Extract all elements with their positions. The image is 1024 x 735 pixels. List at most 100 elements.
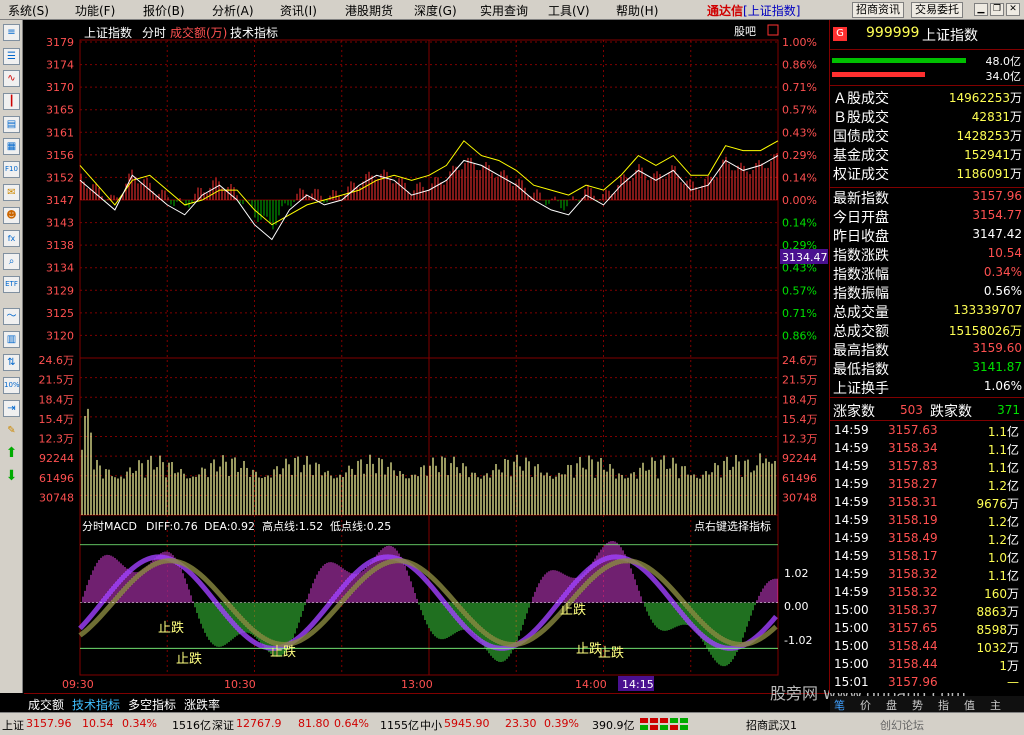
menu-depth[interactable]: 深度(G) <box>414 2 457 19</box>
tick-row[interactable]: 14:59 3158.17 1.0亿 <box>830 548 1024 566</box>
tick-volume: 1032万 <box>976 641 1019 655</box>
tick-row[interactable]: 14:59 3157.83 1.1亿 <box>830 458 1024 476</box>
price-tick-label: 3147 <box>46 194 74 207</box>
intraday-chart-panel[interactable]: 上证指数 分时 成交额(万) 技术指标 股吧 3179 3174 3170 3165 3… <box>24 20 829 693</box>
menu-news[interactable]: 资讯(I) <box>280 2 317 19</box>
menu-analysis[interactable]: 分析(A) <box>212 2 254 19</box>
login-icon[interactable]: ⇥ <box>3 400 20 417</box>
footer-tab-main[interactable]: 主 <box>990 697 1001 713</box>
pencil-icon[interactable]: ✎ <box>3 423 20 440</box>
search-icon[interactable]: ⌕ <box>3 253 20 270</box>
guba-link[interactable]: 股吧 <box>734 25 756 38</box>
bar-chart-icon[interactable]: ▥ <box>3 331 20 348</box>
stat-row: 总成交额 15158026万 <box>830 321 1024 340</box>
up-arrow-icon[interactable]: ⬆ <box>3 446 20 463</box>
tick-unit: 万 <box>1006 497 1019 511</box>
tab-adv-dec-ratio[interactable]: 涨跌率 <box>184 696 220 713</box>
trade-order-button[interactable]: 交易委托 <box>911 2 963 18</box>
volume-tick-label: 24.6万 <box>39 354 75 367</box>
down-arrow-icon[interactable]: ⬇ <box>3 469 20 486</box>
macd-hint[interactable]: 点右键选择指标 <box>694 519 771 533</box>
info-icon[interactable]: ▦ <box>3 138 20 155</box>
tick-row[interactable]: 14:59 3158.27 1.2亿 <box>830 476 1024 494</box>
menu-system[interactable]: 系统(S) <box>8 2 49 19</box>
mail-icon[interactable]: ✉ <box>3 184 20 201</box>
tab-long-short[interactable]: 多空指标 <box>128 696 176 713</box>
footer-tab-trend[interactable]: 势 <box>912 697 923 713</box>
panel-footer-tabs: 笔 价 盘 势 指 值 主 <box>830 696 1024 713</box>
tick-row[interactable]: 15:00 3157.65 8598万 <box>830 620 1024 638</box>
trend-icon[interactable]: 〜 <box>3 308 20 325</box>
stat-value: 133339707 <box>953 303 1022 317</box>
tick-row[interactable]: 15:01 3157.96 — <box>830 674 1024 692</box>
tick-row[interactable]: 15:00 3158.37 8863万 <box>830 602 1024 620</box>
footer-tab-board[interactable]: 盘 <box>886 697 897 713</box>
volume-tick-label: 12.3万 <box>39 433 75 446</box>
kline-icon[interactable]: ┃ <box>3 93 20 110</box>
tab-amount-bottom[interactable]: 成交额 <box>28 696 64 713</box>
menu-hk-futures[interactable]: 港股期货 <box>345 2 393 19</box>
tick-row[interactable]: 15:00 3158.44 1032万 <box>830 638 1024 656</box>
tick-volume: 8598万 <box>976 623 1019 637</box>
stat-label: 指数涨幅 <box>833 267 889 283</box>
time-label-0930: 09:30 <box>62 678 94 691</box>
minimize-icon[interactable]: ▁ <box>974 3 988 16</box>
tick-row[interactable]: 14:59 3158.19 1.2亿 <box>830 512 1024 530</box>
zhaoshang-news-button[interactable]: 招商资讯 <box>852 2 904 18</box>
tick-row[interactable]: 14:59 3158.49 1.2亿 <box>830 530 1024 548</box>
tick-price: 3157.65 <box>888 621 938 635</box>
menu-quote[interactable]: 报价(B) <box>143 2 185 19</box>
tick-row[interactable]: 15:00 3158.44 1万 <box>830 656 1024 674</box>
line-chart-icon[interactable]: ∿ <box>3 70 20 87</box>
tick-row[interactable]: 14:59 3158.34 1.1亿 <box>830 440 1024 458</box>
sh-pct: 0.34% <box>122 717 157 730</box>
footer-tab-value[interactable]: 值 <box>964 697 975 713</box>
macd-label-zero: 0.00 <box>784 600 809 613</box>
tick-unit: 万 <box>1006 587 1019 601</box>
menu-tools[interactable]: 工具(V) <box>548 2 590 19</box>
volume-tick-label-right: 12.3万 <box>782 433 818 446</box>
tick-time: 14:59 <box>834 567 869 581</box>
percent-tick-label: 0.14% <box>782 217 817 230</box>
quote-icon[interactable]: ≡ <box>3 24 20 41</box>
percent-icon[interactable]: 10% <box>3 377 20 394</box>
tick-row[interactable]: 14:59 3157.63 1.1亿 <box>830 422 1024 440</box>
etf-icon[interactable]: ETF <box>3 276 20 293</box>
restore-icon[interactable]: ❐ <box>990 3 1004 16</box>
tick-unit: 万 <box>1006 641 1019 655</box>
tick-row[interactable]: 14:59 3158.32 1.1亿 <box>830 566 1024 584</box>
chart-close-icon[interactable] <box>767 24 779 36</box>
tick-row[interactable]: 14:59 3158.32 160万 <box>830 584 1024 602</box>
function-icon[interactable]: fx <box>3 230 20 247</box>
close-icon[interactable]: ✕ <box>1006 3 1020 16</box>
stop-fall-label-1: 止跌 <box>158 620 184 636</box>
compare-icon[interactable]: ⇅ <box>3 354 20 371</box>
price-tick-label: 3129 <box>46 284 74 297</box>
stat-label: 最新指数 <box>833 191 889 207</box>
menu-function[interactable]: 功能(F) <box>75 2 115 19</box>
f10-icon[interactable]: F10 <box>3 161 20 178</box>
footer-tab-ticks[interactable]: 笔 <box>834 697 845 713</box>
stat-row: 最新指数 3157.96 <box>830 188 1024 207</box>
volume-tick-label-right: 21.5万 <box>782 374 818 387</box>
tab-tech-indicator-bottom[interactable]: 技术指标 <box>72 696 120 713</box>
menu-help[interactable]: 帮助(H) <box>616 2 658 19</box>
stat-label: 上证换手 <box>833 381 889 397</box>
footer-tab-price[interactable]: 价 <box>860 697 871 713</box>
list-icon[interactable]: ☰ <box>3 48 20 65</box>
tick-row[interactable]: 14:59 3158.31 9676万 <box>830 494 1024 512</box>
tab-amount[interactable]: 成交额(万) <box>170 25 227 40</box>
news-icon[interactable]: ▤ <box>3 116 20 133</box>
tab-intraday[interactable]: 分时 <box>142 26 166 40</box>
menu-query[interactable]: 实用查询 <box>480 2 528 19</box>
tab-indicator[interactable]: 技术指标 <box>230 25 278 40</box>
stat-value: 3159.60 <box>972 341 1022 355</box>
intraday-chart[interactable]: 上证指数 分时 成交额(万) 技术指标 股吧 31793174317031653… <box>24 20 829 693</box>
footer-tab-index[interactable]: 指 <box>938 697 949 713</box>
macd-label-high: 1.02 <box>784 567 809 580</box>
stat-value: 10.54 <box>987 246 1022 260</box>
stat-label: 指数涨跌 <box>833 248 889 264</box>
stat-row: 今日开盘 3154.77 <box>830 207 1024 226</box>
turnover-row: Ａ股成交 14962253万 <box>830 88 1024 107</box>
users-icon[interactable]: ☻ <box>3 207 20 224</box>
